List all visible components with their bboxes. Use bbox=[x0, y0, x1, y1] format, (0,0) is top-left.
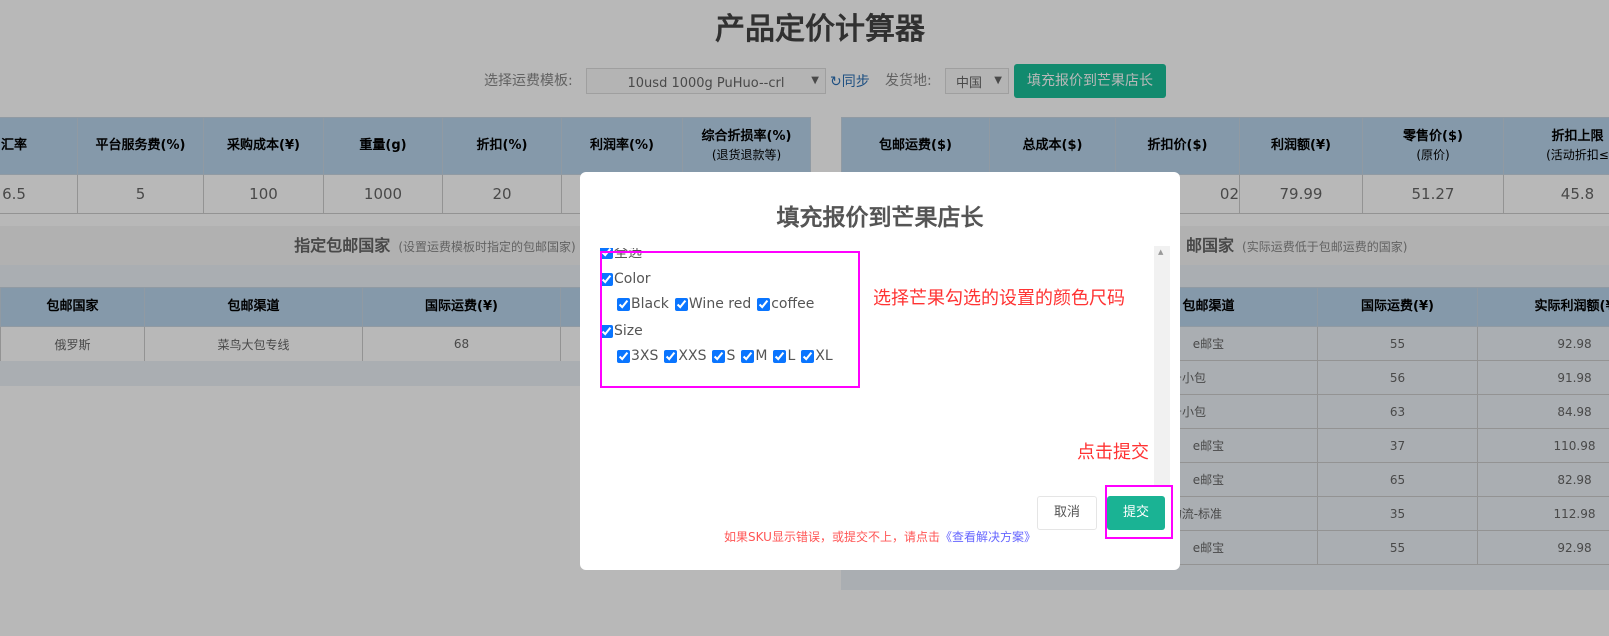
annotation-box-options bbox=[600, 251, 860, 388]
modal-footer-note: 如果SKU显示错误，或提交不上，请点击《查看解决方案》 bbox=[580, 528, 1180, 545]
solution-link[interactable]: 《查看解决方案》 bbox=[940, 530, 1036, 544]
cancel-button[interactable]: 取消 bbox=[1037, 496, 1097, 530]
annotation-select-hint: 选择芒果勾选的设置的颜色尺码 bbox=[873, 288, 1125, 309]
scroll-up-icon[interactable]: ▲ bbox=[1158, 248, 1163, 256]
modal-title: 填充报价到芒果店长 bbox=[776, 205, 984, 231]
scrollbar[interactable]: ▲ bbox=[1154, 246, 1170, 487]
annotation-submit-hint: 点击提交 bbox=[1077, 442, 1149, 463]
footer-text: 如果SKU显示错误，或提交不上，请点击 bbox=[724, 530, 940, 544]
annotation-box-submit bbox=[1105, 485, 1173, 539]
